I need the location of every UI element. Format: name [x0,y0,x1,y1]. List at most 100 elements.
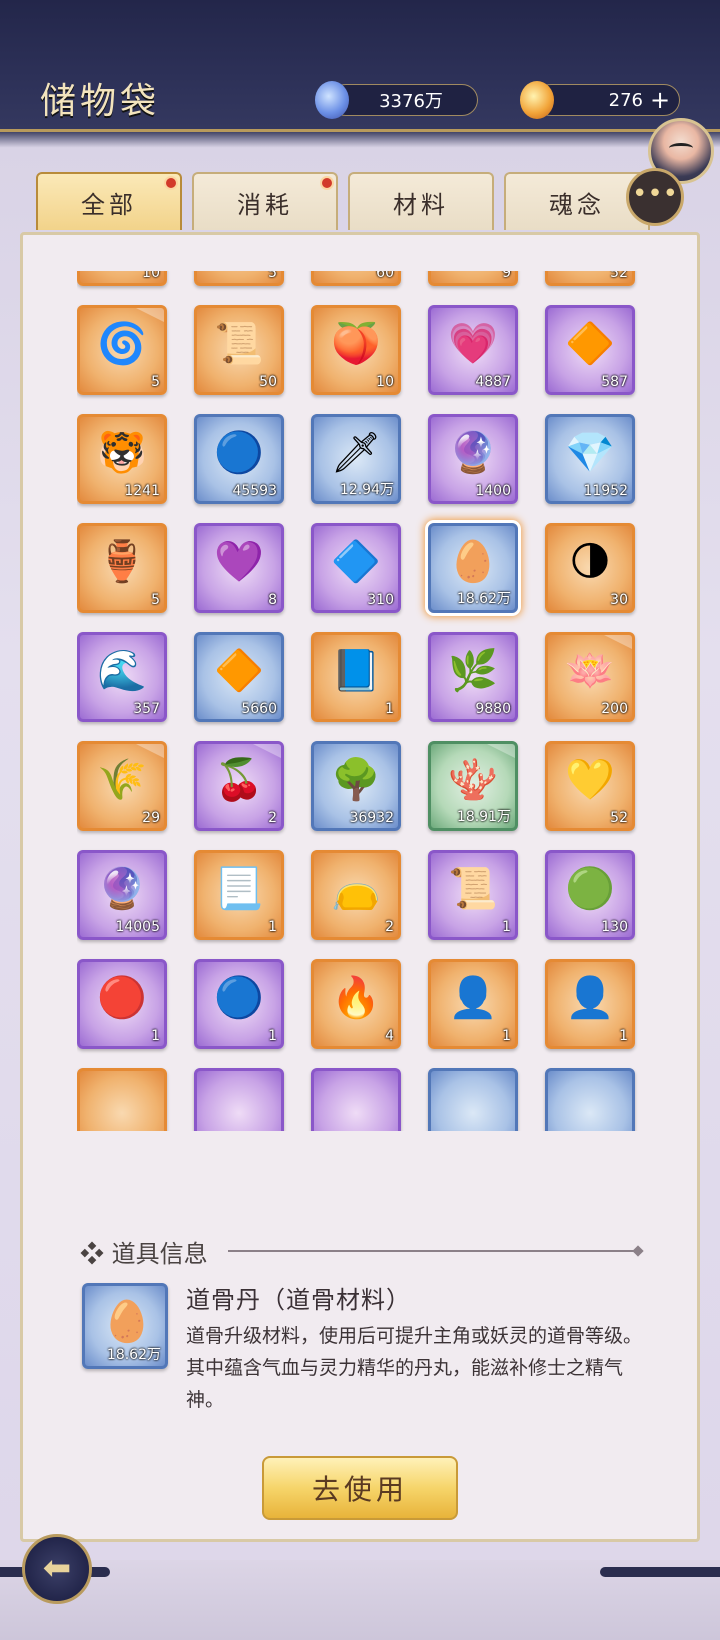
inventory-item[interactable]: 🌿 9880 [428,632,518,722]
inventory-item[interactable]: 👝 2 [311,850,401,940]
tab-label: 消耗 [237,190,293,219]
inventory-item[interactable]: 💗 4887 [428,305,518,395]
inventory-item[interactable]: 📘 1 [311,632,401,722]
inventory-item[interactable]: 🔥 4 [311,959,401,1049]
item-count: 4887 [475,374,511,390]
item-count: 1 [151,1028,160,1044]
inventory-item[interactable]: 🪸 18.91万 [428,741,518,831]
item-icon: 🍒 [214,757,264,803]
item-icon: 👤 [448,975,498,1021]
item-grid-scroll[interactable]: 🎐10🎐5🎐60🎐9🎐52🌀5📜50🍑10💗4887🔶587🐯1241🔵4559… [77,271,677,1131]
item-icon: 🔶 [214,648,264,694]
item-count: 36932 [349,810,394,826]
inventory-item[interactable]: 🌾 29 [77,741,167,831]
inventory-item[interactable]: 🟢 130 [545,850,635,940]
tab-consumables[interactable]: 消耗 [192,172,338,230]
notification-dot [320,176,334,190]
inventory-item[interactable]: 🍑 10 [311,305,401,395]
add-gold-button[interactable]: + [649,88,671,112]
inventory-item[interactable]: 🌳 36932 [311,741,401,831]
inventory-item[interactable]: 🥚 18.62万 [428,523,518,613]
inventory-item[interactable]: 🔶 587 [545,305,635,395]
item-count: 18.62万 [456,591,511,607]
item-count: 310 [367,592,394,608]
inventory-item[interactable]: 🔮 1400 [428,414,518,504]
inventory-item[interactable] [194,1068,284,1131]
item-count: 9 [502,271,511,281]
inventory-item[interactable]: 🗡 12.94万 [311,414,401,504]
item-count: 12.94万 [339,482,394,498]
inventory-item[interactable]: 💜 8 [194,523,284,613]
inventory-item[interactable]: 💎 11952 [545,414,635,504]
item-icon: 💛 [565,757,615,803]
inventory-item[interactable]: 🌊 357 [77,632,167,722]
inventory-item[interactable]: 💛 52 [545,741,635,831]
inventory-item[interactable]: 📜 1 [428,850,518,940]
inventory-item[interactable]: 🏺 5 [77,523,167,613]
inventory-item[interactable] [428,1068,518,1131]
tab-label: 全部 [81,190,137,219]
egg-icon: 🥚 [102,1299,152,1345]
item-icon: 💎 [565,430,615,476]
inventory-item[interactable]: 🔵 45593 [194,414,284,504]
inventory-item[interactable]: 🔵 1 [194,959,284,1049]
item-name: 道骨丹（道骨材料） [186,1286,411,1314]
item-count: 1 [502,919,511,935]
spirit-currency: 3376万 [315,81,478,119]
item-count: 11952 [583,483,628,499]
inventory-item[interactable]: 👤 1 [545,959,635,1049]
avatar-face [669,143,693,153]
inventory-item[interactable]: 🌗 30 [545,523,635,613]
item-icon: 👤 [565,975,615,1021]
inventory-item[interactable]: 🔶 5660 [194,632,284,722]
inventory-item[interactable]: 🐯 1241 [77,414,167,504]
inventory-item[interactable]: 🪷 200 [545,632,635,722]
item-count: 587 [601,374,628,390]
item-count: 52 [610,271,628,281]
tab-all[interactable]: 全部 [36,172,182,230]
inventory-item[interactable]: 🔮 14005 [77,850,167,940]
item-count: 1 [268,1028,277,1044]
item-count: 18.91万 [456,809,511,825]
item-count: 200 [601,701,628,717]
item-icon: 👝 [331,866,381,912]
tab-label: 魂念 [549,190,605,219]
item-icon: 🔥 [331,975,381,1021]
item-icon: 🔴 [97,975,147,1021]
item-description: 道骨升级材料，使用后可提升主角或妖灵的道骨等级。其中蕴含气血与灵力精华的丹丸，能… [186,1325,643,1411]
item-count: 1 [385,701,394,717]
inventory-item[interactable]: 🌀 5 [77,305,167,395]
inventory-item[interactable]: 👤 1 [428,959,518,1049]
inventory-item[interactable]: 🎐52 [545,271,635,286]
inventory-item[interactable] [77,1068,167,1131]
inventory-item[interactable] [311,1068,401,1131]
back-button[interactable]: ⬅ [22,1534,92,1604]
inventory-item[interactable]: 📃 1 [194,850,284,940]
inventory-item[interactable]: 🔴 1 [77,959,167,1049]
inventory-item[interactable]: 🔷 310 [311,523,401,613]
inventory-item[interactable]: 📜 50 [194,305,284,395]
item-count: 1 [268,919,277,935]
inventory-item[interactable]: 🎐9 [428,271,518,286]
inventory-item[interactable]: 🎐10 [77,271,167,286]
item-icon: 🪸 [448,757,498,803]
item-icon: 🌀 [97,321,147,367]
inventory-item[interactable] [545,1068,635,1131]
item-count: 45593 [232,483,277,499]
item-count: 60 [376,271,394,281]
item-count: 1400 [475,483,511,499]
item-icon: 📃 [214,866,264,912]
item-count: 29 [142,810,160,826]
inventory-item[interactable]: 🎐5 [194,271,284,286]
tab-materials[interactable]: 材料 [348,172,494,230]
item-count: 5660 [241,701,277,717]
inventory-item[interactable]: 🎐60 [311,271,401,286]
chat-button[interactable]: ••• [626,168,684,226]
tab-label: 材料 [393,190,449,219]
spirit-currency-value: 3376万 [379,91,443,112]
item-count: 5 [151,592,160,608]
inventory-item[interactable]: 🍒 2 [194,741,284,831]
use-button[interactable]: 去使用 [262,1456,458,1520]
item-icon: 🔵 [214,430,264,476]
spirit-gem-icon [315,81,349,119]
